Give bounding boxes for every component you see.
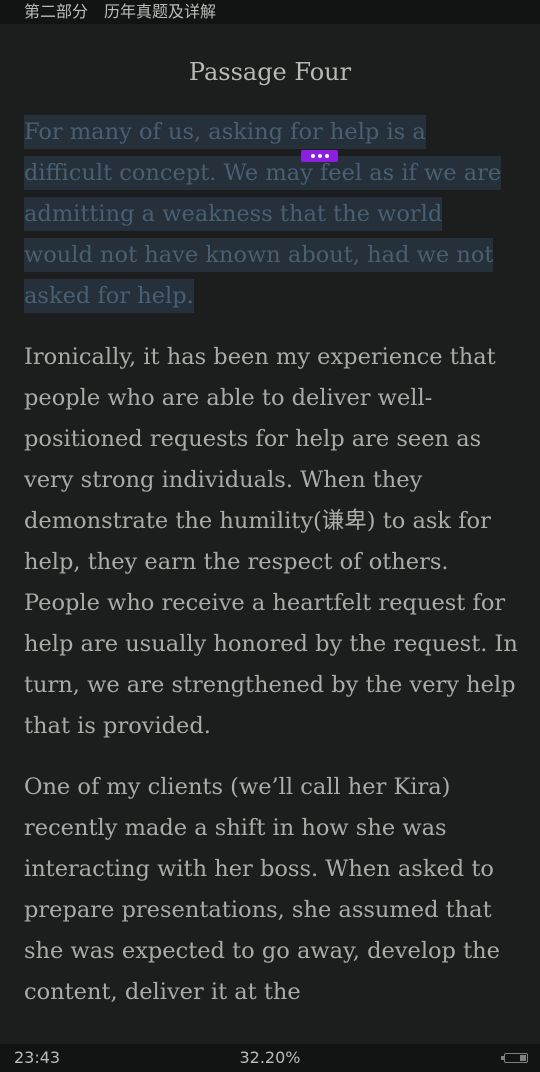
battery-icon (501, 1053, 528, 1063)
top-bar: 第二部分 历年真题及详解 (0, 0, 540, 24)
reading-progress: 32.20% (239, 1048, 301, 1067)
paragraph-1[interactable]: For many of us, asking for help is a dif… (24, 112, 518, 317)
more-dot-icon (317, 154, 322, 158)
passage-title: Passage Four (188, 58, 352, 86)
chapter-breadcrumb: 第二部分 历年真题及详解 (24, 2, 217, 21)
selected-text[interactable]: For many of us, asking for help is a dif… (24, 115, 502, 313)
battery-fill (520, 1055, 526, 1061)
paragraph-3[interactable]: One of my clients (we’ll call her Kira) … (24, 767, 518, 1013)
bottom-status-bar: 23:43 32.20% (0, 1044, 540, 1072)
selection-menu-handle[interactable] (301, 150, 338, 162)
more-dot-icon (310, 154, 315, 158)
paragraph-2[interactable]: Ironically, it has been my experience th… (24, 337, 518, 747)
more-dot-icon (324, 154, 329, 158)
reading-content[interactable]: For many of us, asking for help is a dif… (24, 112, 518, 1033)
